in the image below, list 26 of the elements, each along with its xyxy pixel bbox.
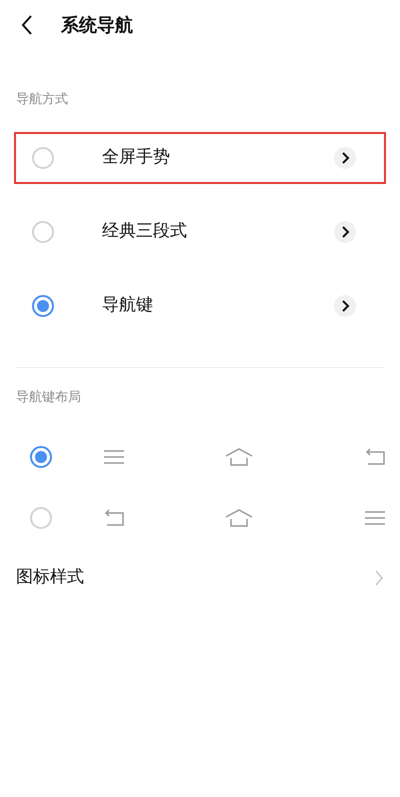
house-icon <box>224 446 253 466</box>
back-icon <box>364 448 386 466</box>
chevron-icon <box>340 226 350 238</box>
radio-button[interactable] <box>32 295 54 317</box>
nav-mode-option[interactable]: 全屏手势 <box>14 132 386 184</box>
section-label: 导航键布局 <box>15 389 82 408</box>
chevron-icon <box>340 152 350 164</box>
option-label: 全屏手势 <box>102 146 171 170</box>
page-title: 系统导航 <box>61 14 133 38</box>
menu-icon <box>103 448 125 464</box>
option-label: 导航键 <box>102 294 154 318</box>
section-label: 导航方式 <box>15 91 69 110</box>
chevron-button[interactable] <box>334 295 356 317</box>
chevron-button[interactable] <box>334 221 356 243</box>
house-icon <box>224 508 253 528</box>
nav-mode-option[interactable]: 经典三段式 <box>14 206 386 258</box>
option-label: 经典三段式 <box>102 220 188 244</box>
chevron-icon <box>340 300 350 312</box>
radio-button[interactable] <box>30 446 52 468</box>
back-icon <box>103 508 125 526</box>
row-label: 图标样式 <box>16 566 85 590</box>
menu-icon <box>364 510 386 526</box>
nav-mode-option[interactable]: 导航键 <box>14 280 386 332</box>
chevron-button[interactable] <box>334 147 356 169</box>
icon-style-row[interactable]: 图标样式 <box>0 548 400 608</box>
chevron-icon <box>374 570 384 586</box>
